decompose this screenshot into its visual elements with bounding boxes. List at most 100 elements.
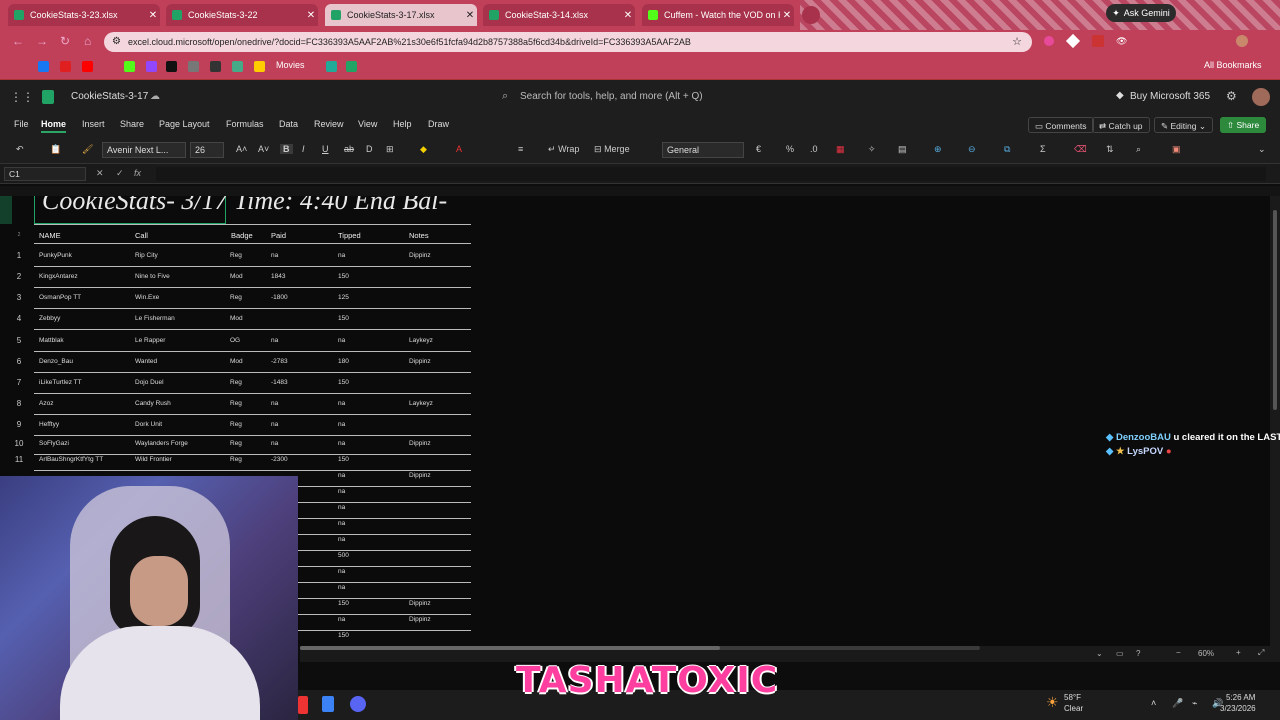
cell-call[interactable]: Dojo Duel [135,379,164,386]
cell-tipped[interactable]: na [338,337,345,344]
undo-icon[interactable]: ↶ [16,144,24,155]
youtube-icon[interactable] [82,61,93,72]
cell-notes[interactable]: Laykeyz [409,337,433,344]
format-painter-icon[interactable]: 🖌 [82,144,93,155]
share-button[interactable]: ⇧ Share [1220,117,1267,133]
cell-name[interactable]: KingxAntarez [39,273,78,280]
increase-font-icon[interactable]: A˄ [236,144,247,154]
bookmark-icon[interactable] [188,61,199,72]
cell-call[interactable]: Nine to Five [135,273,170,280]
clipboard-icon[interactable]: 📋 [50,144,61,155]
search-input[interactable]: Search for tools, help, and more (Alt + … [520,91,703,102]
bookmark-icon[interactable] [60,61,71,72]
menu-data[interactable]: Data [279,119,298,129]
cell-paid[interactable]: 1843 [271,273,285,280]
cell-notes[interactable]: Laykeyz [409,400,433,407]
cell-tipped[interactable]: na [338,440,345,447]
cell-tipped[interactable]: na [338,504,345,511]
cell-badge[interactable]: Reg [230,440,242,447]
forward-icon[interactable]: → [36,34,48,48]
cell-tipped[interactable]: 125 [338,294,349,301]
number-format-select[interactable]: General [662,142,744,158]
zoom-level[interactable]: 60% [1198,649,1214,658]
percent-icon[interactable]: % [786,144,794,154]
menu-home[interactable]: Home [41,119,67,133]
cell-tipped[interactable]: na [338,520,345,527]
file-name[interactable]: CookieStats-3-17 [71,91,148,102]
cell-name[interactable]: OsmanPop TT [39,294,81,301]
home-icon[interactable]: ⌂ [84,34,91,48]
network-icon[interactable]: ⌁ [1192,698,1197,709]
font-family-select[interactable]: Avenir Next L... [102,142,186,158]
cell-badge[interactable]: Reg [230,294,242,301]
bookmark-star-icon[interactable]: ☆ [1012,35,1022,48]
cell-notes[interactable]: Dippinz [409,252,431,259]
cell-call[interactable]: Le Fisherman [135,315,175,322]
menu-view[interactable]: View [358,119,377,129]
addins-icon[interactable]: ▣ [1172,144,1181,155]
cell-badge[interactable]: Reg [230,456,242,463]
underline-button[interactable]: U [322,144,329,154]
comments-button[interactable]: ▭ Comments [1028,117,1094,133]
clock-date[interactable]: 3/23/2026 [1220,704,1256,713]
cell-name[interactable]: Hefftyy [39,421,59,428]
cell-tipped[interactable]: na [338,536,345,543]
help-icon[interactable]: ? [1136,649,1140,658]
cell-name[interactable]: Mattblak [39,337,64,344]
delete-icon[interactable]: ⊖ [968,144,976,155]
cell-badge[interactable]: Reg [230,421,242,428]
address-bar[interactable]: ⚙ excel.cloud.microsoft/open/onedrive/?d… [104,32,1032,52]
chevron-down-icon[interactable]: ⌄ [1258,144,1266,155]
cell-call[interactable]: Le Rapper [135,337,165,344]
notepad-icon[interactable] [322,696,334,712]
bookmark-icon[interactable] [254,61,265,72]
bold-button[interactable]: B [280,144,293,154]
catch-up-button[interactable]: ⇄ Catch up [1092,117,1150,133]
cell-notes[interactable]: Dippinz [409,600,431,607]
cell-call[interactable]: Wild Frontier [135,456,172,463]
menu-file[interactable]: File [14,119,29,129]
scroll-thumb[interactable] [300,646,720,650]
cell-tipped[interactable]: na [338,584,345,591]
cell-name[interactable]: Azoz [39,400,53,407]
fill-color-icon[interactable]: ◆ [420,144,427,155]
cell-notes[interactable]: Dippinz [409,358,431,365]
ask-gemini-button[interactable]: ✦ Ask Gemini [1106,4,1176,22]
browser-tab[interactable]: Cuffem - Watch the VOD on Ki ✕ [642,4,794,26]
bookmark-icon[interactable] [232,61,243,72]
cell-tipped[interactable]: 150 [338,600,349,607]
mic-icon[interactable]: 🎤 [1172,698,1183,709]
close-icon[interactable]: ✕ [780,10,794,21]
cancel-icon[interactable]: ✕ [96,168,104,179]
cell-badge[interactable]: Reg [230,252,242,259]
cell-name[interactable]: SoFlyGazi [39,440,69,447]
conditional-format-icon[interactable]: ▦ [836,144,845,155]
kick-icon[interactable] [124,61,135,72]
clear-icon[interactable]: ✧ [868,144,876,155]
bookmark-icon[interactable] [326,61,337,72]
browser-tab[interactable]: CookieStat-3-14.xlsx ✕ [483,4,635,26]
reload-icon[interactable]: ↻ [60,34,70,48]
cell-call[interactable]: Waylanders Forge [135,440,188,447]
cell-badge[interactable]: Mod [230,358,243,365]
cell-paid[interactable]: na [271,252,278,259]
cell-paid[interactable]: na [271,440,278,447]
back-icon[interactable]: ← [12,34,24,48]
extension-icon[interactable]: 👁 [1116,36,1127,47]
decrease-font-icon[interactable]: A˅ [258,144,269,154]
cell-paid[interactable]: -2300 [271,456,288,463]
cell-name[interactable]: iLikeTurtlez TT [39,379,82,386]
table-icon[interactable]: ▤ [898,144,907,155]
currency-icon[interactable]: € [756,144,761,154]
menu-page-layout[interactable]: Page Layout [159,119,210,129]
chevron-up-icon[interactable]: ˄ [1151,698,1156,708]
cell-badge[interactable]: Reg [230,379,242,386]
find-icon[interactable]: ⌕ [1136,144,1141,155]
sum-icon[interactable]: Σ [1040,144,1046,154]
zoom-out-icon[interactable]: − [1176,648,1181,657]
extension-icon[interactable] [1092,35,1104,47]
formula-input[interactable] [156,167,1266,181]
cell-tipped[interactable]: 150 [338,456,349,463]
cell-paid[interactable]: -1800 [271,294,288,301]
cell-notes[interactable]: Dippinz [409,616,431,623]
